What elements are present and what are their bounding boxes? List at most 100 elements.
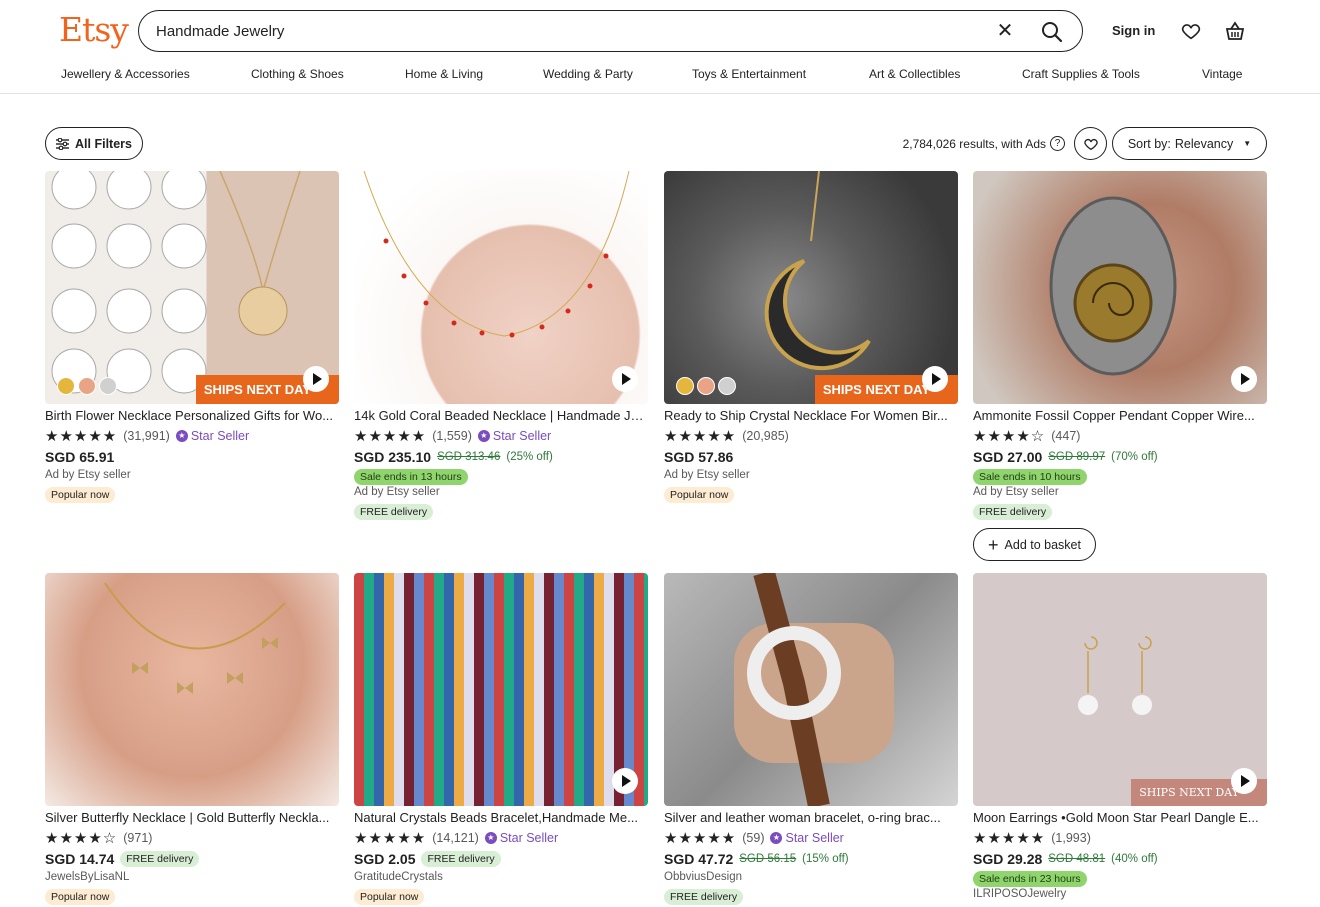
listing-title[interactable]: Natural Crystals Beads Bracelet,Handmade… — [354, 810, 648, 827]
shop-name[interactable]: JewelsByLisaNL — [45, 871, 339, 886]
seller-label: Ad by Etsy seller — [973, 486, 1059, 498]
popular-now-badge: Popular now — [45, 889, 116, 905]
listing-title[interactable]: Moon Earrings •Gold Moon Star Pearl Dang… — [973, 810, 1267, 827]
free-delivery-badge: FREE delivery — [664, 889, 744, 905]
clear-search-icon[interactable]: ✕ — [994, 20, 1016, 42]
price: SGD 65.91 — [45, 448, 115, 465]
listing-card[interactable]: Silver and leather woman bracelet, o-rin… — [664, 573, 958, 905]
listing-image[interactable] — [973, 171, 1267, 404]
play-video-icon[interactable] — [1231, 768, 1257, 794]
rating-row: ★★★★★ (59) ★ Star Seller — [664, 829, 958, 847]
review-count: (1,559) — [432, 428, 472, 443]
review-count: (20,985) — [742, 428, 789, 443]
star-seller-badge: ★ Star Seller — [484, 831, 558, 845]
help-icon[interactable]: ? — [1050, 136, 1065, 151]
rating-stars: ★★★★★ — [664, 829, 737, 847]
save-search-button[interactable] — [1074, 127, 1107, 160]
star-seller-icon: ★ — [175, 429, 188, 442]
listing-title[interactable]: Silver Butterfly Necklace | Gold Butterf… — [45, 810, 339, 827]
star-seller-label: Star Seller — [190, 428, 250, 443]
listing-image[interactable] — [45, 573, 339, 806]
nav-craft[interactable]: Craft Supplies & Tools — [1022, 67, 1140, 81]
price-row: SGD 2.05 FREE delivery — [354, 849, 648, 868]
listing-image[interactable] — [354, 573, 648, 806]
nav-home-living[interactable]: Home & Living — [405, 67, 483, 81]
sort-dropdown[interactable]: Sort by: Relevancy ▼ — [1112, 127, 1267, 160]
listing-card[interactable]: SHIPS NEXT DAY Birth Flower Necklace Per… — [45, 171, 339, 503]
play-video-icon[interactable] — [1231, 366, 1257, 392]
listing-title[interactable]: Silver and leather woman bracelet, o-rin… — [664, 810, 958, 827]
listing-image[interactable] — [354, 171, 648, 404]
listing-card[interactable]: 14k Gold Coral Beaded Necklace | Handmad… — [354, 171, 648, 520]
listing-title[interactable]: Ammonite Fossil Copper Pendant Copper Wi… — [973, 408, 1267, 425]
listing-card[interactable]: Ammonite Fossil Copper Pendant Copper Wi… — [973, 171, 1267, 561]
price-row: SGD 27.00 SGD 89.97 (70% off) — [973, 447, 1267, 466]
play-video-icon[interactable] — [612, 366, 638, 392]
play-video-icon[interactable] — [922, 366, 948, 392]
search-bar[interactable]: Handmade Jewelry ✕ — [138, 10, 1083, 52]
popular-now-badge: Popular now — [45, 487, 116, 503]
review-count: (14,121) — [432, 830, 479, 845]
add-to-basket-button[interactable]: + Add to basket — [973, 528, 1096, 561]
listing-card[interactable]: SHIPS NEXT DAY Ready to Ship Crystal Nec… — [664, 171, 958, 503]
ammonite-pendant-illustration — [1049, 196, 1177, 376]
rating-stars: ★★★★★ — [45, 427, 118, 445]
listing-card[interactable]: SHIPS NEXT DAY Moon Earrings •Gold Moon … — [973, 573, 1267, 903]
original-price: SGD 56.15 — [739, 852, 797, 865]
original-price: SGD 89.97 — [1048, 450, 1106, 463]
sort-value: Relevancy — [1174, 136, 1234, 151]
listing-title[interactable]: Birth Flower Necklace Personalized Gifts… — [45, 408, 339, 425]
shop-name[interactable]: ObbviusDesign — [664, 871, 958, 886]
nav-wedding[interactable]: Wedding & Party — [543, 67, 633, 81]
rating-stars: ★★★★★ — [354, 829, 427, 847]
listing-title[interactable]: 14k Gold Coral Beaded Necklace | Handmad… — [354, 408, 648, 425]
gold-swatch — [57, 377, 75, 395]
listing-card[interactable]: Natural Crystals Beads Bracelet,Handmade… — [354, 573, 648, 905]
play-video-icon[interactable] — [303, 366, 329, 392]
listing-image[interactable]: SHIPS NEXT DAY — [45, 171, 339, 404]
search-input[interactable]: Handmade Jewelry — [156, 23, 1082, 40]
rose-gold-swatch — [697, 377, 715, 395]
review-count: (31,991) — [123, 428, 170, 443]
star-seller-icon: ★ — [770, 831, 783, 844]
review-count: (971) — [123, 830, 153, 845]
site-header: Etsy Handmade Jewelry ✕ Sign in Jeweller… — [0, 0, 1320, 94]
star-seller-label: Star Seller — [785, 830, 844, 845]
discount: (40% off) — [1111, 852, 1158, 865]
price-row: SGD 65.91 — [45, 447, 339, 466]
rating-row: ★★★★★ (14,121) ★ Star Seller — [354, 829, 648, 847]
listing-image[interactable] — [664, 573, 958, 806]
all-filters-button[interactable]: All Filters — [45, 127, 143, 160]
favorites-heart-icon[interactable] — [1180, 20, 1202, 42]
price: SGD 235.10 — [354, 448, 432, 465]
listing-title[interactable]: Ready to Ship Crystal Necklace For Women… — [664, 408, 958, 425]
nav-toys[interactable]: Toys & Entertainment — [692, 67, 806, 81]
rating-row: ★★★★★ (1,993) — [973, 829, 1267, 847]
star-seller-icon: ★ — [477, 429, 490, 442]
plus-icon: + — [988, 534, 999, 555]
nav-vintage[interactable]: Vintage — [1202, 67, 1242, 81]
etsy-logo[interactable]: Etsy — [59, 10, 129, 49]
nav-clothing[interactable]: Clothing & Shoes — [251, 67, 344, 81]
all-filters-label: All Filters — [75, 136, 132, 151]
price-row: SGD 47.72 SGD 56.15 (15% off) — [664, 849, 958, 868]
heart-icon — [1083, 138, 1098, 150]
listing-image[interactable]: SHIPS NEXT DAY — [973, 573, 1267, 806]
results-text: 2,784,026 results, with Ads — [902, 136, 1046, 151]
search-icon[interactable] — [1040, 20, 1064, 44]
sign-in-link[interactable]: Sign in — [1112, 23, 1155, 38]
seller-label: Ad by Etsy seller — [664, 469, 750, 481]
play-video-icon[interactable] — [612, 768, 638, 794]
star-seller-badge: ★ Star Seller — [477, 429, 551, 443]
shop-name[interactable]: GratitudeCrystals — [354, 871, 648, 886]
discount: (25% off) — [506, 450, 553, 463]
listing-image[interactable]: SHIPS NEXT DAY — [664, 171, 958, 404]
listing-card[interactable]: Silver Butterfly Necklace | Gold Butterf… — [45, 573, 339, 905]
nav-art[interactable]: Art & Collectibles — [869, 67, 960, 81]
star-seller-badge: ★ Star Seller — [175, 428, 250, 443]
basket-icon[interactable] — [1223, 19, 1247, 43]
shop-name[interactable]: ILRIPOSOJewelry — [973, 888, 1267, 903]
nav-jewellery[interactable]: Jewellery & Accessories — [61, 67, 190, 81]
birth-flower-illustration — [51, 171, 301, 394]
popular-now-badge: Popular now — [354, 889, 425, 905]
